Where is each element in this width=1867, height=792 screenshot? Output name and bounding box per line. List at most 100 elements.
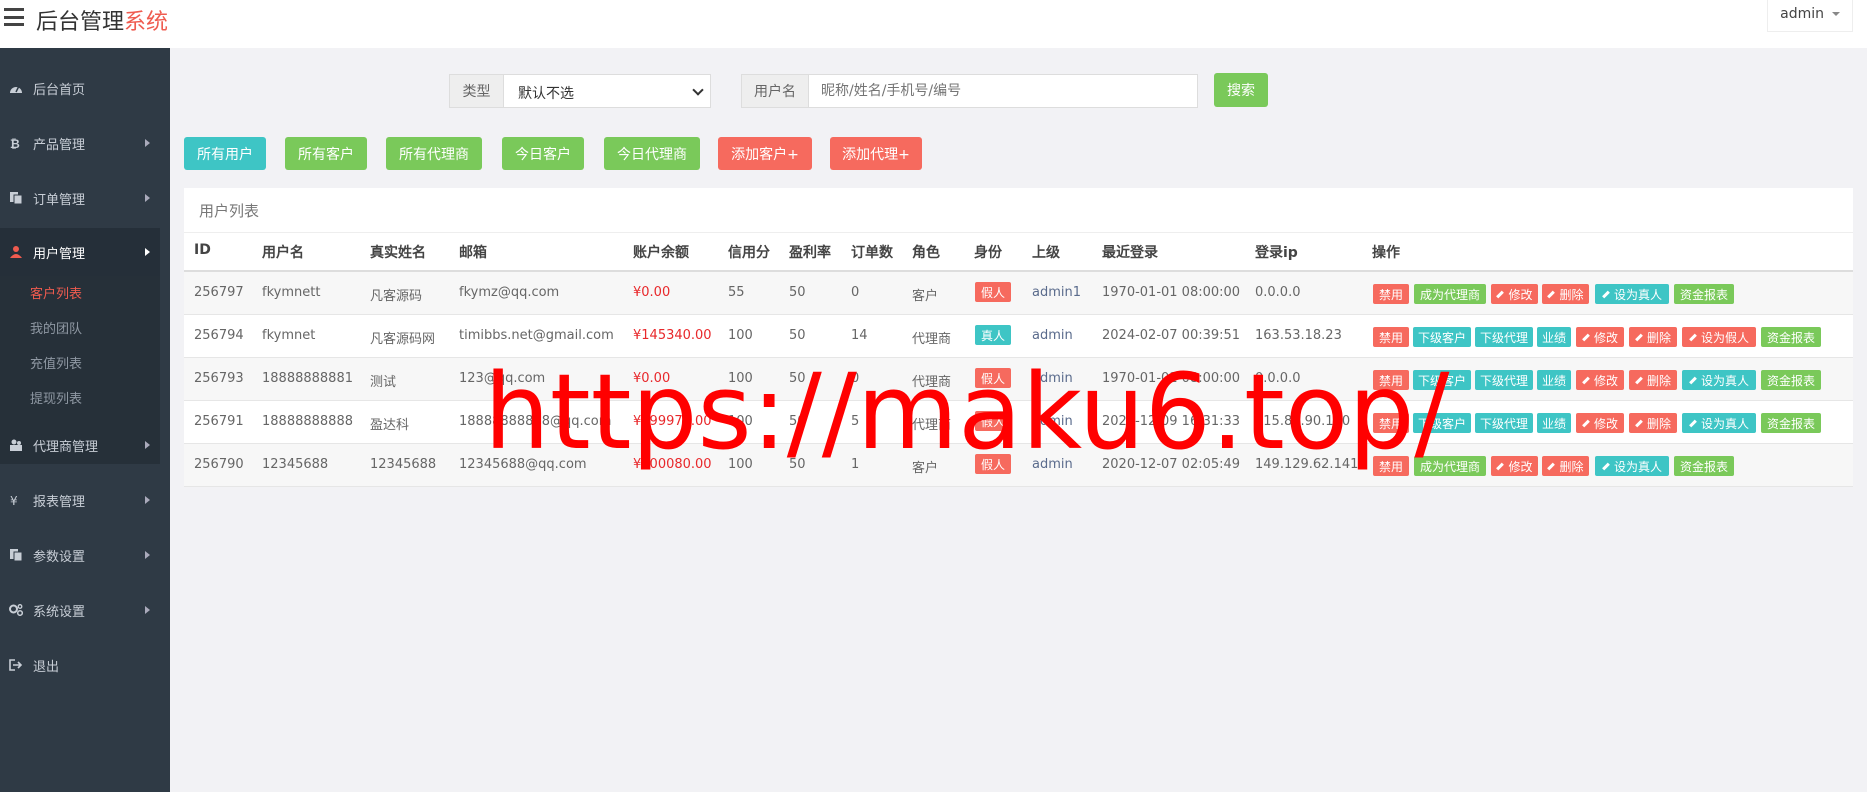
column-header: 操作 [1372, 245, 1400, 261]
cell-ip: 115.84.90.170 [1255, 414, 1351, 429]
fund-report-button[interactable]: 资金报表 [1761, 413, 1821, 433]
set-real-button[interactable]: 设为真人 [1595, 456, 1669, 476]
sidebar-item-products[interactable]: ₿ 产品管理 [0, 123, 170, 163]
search-button[interactable]: 搜索 [1214, 73, 1268, 107]
table-row: 256794 fkymnet 凡客源码网 timibbs.net@gmail.c… [184, 315, 1853, 358]
fund-report-button[interactable]: 资金报表 [1761, 370, 1821, 390]
identity-badge: 假人 [975, 368, 1012, 388]
pencil-icon [1689, 333, 1697, 341]
sidebar-subitem-my-team[interactable]: 我的团队 [30, 318, 82, 337]
dashboard-icon [10, 85, 22, 93]
add-customer-button[interactable]: 添加客户+ [718, 137, 812, 170]
sub-customers-button[interactable]: 下级客户 [1413, 413, 1471, 433]
performance-button[interactable]: 业绩 [1537, 413, 1571, 433]
all-agents-button[interactable]: 所有代理商 [386, 137, 482, 170]
delete-button[interactable]: 删除 [1629, 327, 1677, 347]
cell-role: 客户 [912, 461, 939, 476]
edit-label: 修改 [1593, 416, 1618, 431]
cell-last-login: 2020-12-07 02:05:49 [1102, 457, 1241, 472]
make-agent-button[interactable]: 成为代理商 [1414, 284, 1486, 304]
panel-title: 用户列表 [199, 202, 260, 220]
sidebar-item-params[interactable]: 参数设置 [0, 535, 170, 575]
delete-button[interactable]: 删除 [1629, 413, 1677, 433]
edit-button[interactable]: 修改 [1491, 456, 1538, 476]
performance-button[interactable]: 业绩 [1537, 370, 1571, 390]
pencil-icon [1602, 462, 1610, 470]
disable-button[interactable]: 禁用 [1373, 456, 1409, 476]
cell-username: 18888888881 [262, 371, 353, 386]
username-search-input[interactable] [808, 74, 1198, 108]
cell-parent[interactable]: admin [1032, 371, 1073, 386]
sidebar-item-agents[interactable]: 代理商管理 [0, 425, 170, 465]
disable-button[interactable]: 禁用 [1373, 413, 1409, 433]
set-fake-label: 设为假人 [1700, 330, 1749, 345]
cell-parent[interactable]: admin1 [1032, 285, 1081, 300]
sidebar-item-dashboard[interactable]: 后台首页 [0, 68, 170, 108]
disable-button[interactable]: 禁用 [1373, 370, 1409, 390]
cell-parent[interactable]: admin [1032, 414, 1073, 429]
pencil-icon [1582, 419, 1590, 427]
edit-label: 修改 [1593, 373, 1618, 388]
pencil-icon [1689, 419, 1697, 427]
sub-agents-button[interactable]: 下级代理 [1475, 327, 1533, 347]
fund-report-button[interactable]: 资金报表 [1674, 284, 1734, 304]
cell-last-login: 1970-01-01 08:00:00 [1102, 371, 1241, 386]
performance-button[interactable]: 业绩 [1537, 327, 1571, 347]
table-row: 256793 18888888881 测试 123@qq.com ¥0.00 1… [184, 358, 1853, 401]
today-customers-button[interactable]: 今日客户 [502, 137, 584, 170]
sidebar-subitem-recharge-list[interactable]: 充值列表 [30, 353, 82, 372]
yen-icon: ¥ [10, 494, 18, 506]
delete-button[interactable]: 删除 [1542, 284, 1589, 304]
sidebar-item-reports[interactable]: ¥ 报表管理 [0, 480, 170, 520]
cell-orders: 0 [851, 285, 860, 300]
sub-agents-button[interactable]: 下级代理 [1475, 413, 1533, 433]
sidebar-item-logout[interactable]: 退出 [0, 645, 170, 685]
pencil-icon [1547, 462, 1556, 470]
edit-button[interactable]: 修改 [1491, 284, 1538, 304]
identity-badge: 假人 [975, 454, 1012, 474]
cell-id: 256797 [194, 285, 244, 300]
table-row: 256797 fkymnett 凡客源码 fkymz@qq.com ¥0.00 … [184, 272, 1853, 315]
set-fake-button[interactable]: 设为假人 [1682, 327, 1756, 347]
edit-button[interactable]: 修改 [1576, 413, 1624, 433]
user-icon [10, 246, 22, 258]
make-agent-button[interactable]: 成为代理商 [1414, 456, 1486, 476]
sub-customers-button[interactable]: 下级客户 [1413, 327, 1471, 347]
all-customers-button[interactable]: 所有客户 [285, 137, 367, 170]
fund-report-button[interactable]: 资金报表 [1761, 327, 1821, 347]
edit-button[interactable]: 修改 [1576, 370, 1624, 390]
today-agents-button[interactable]: 今日代理商 [604, 137, 700, 170]
type-select[interactable]: 默认不选 [503, 74, 711, 108]
column-header: 真实姓名 [370, 245, 426, 261]
sidebar-item-orders[interactable]: 订单管理 [0, 178, 170, 218]
set-real-button[interactable]: 设为真人 [1682, 370, 1756, 390]
sub-customers-button[interactable]: 下级客户 [1413, 370, 1471, 390]
sidebar-subitem-withdraw-list[interactable]: 提现列表 [30, 388, 82, 407]
sidebar-item-system[interactable]: 系统设置 [0, 590, 170, 630]
chevron-right-icon [145, 139, 150, 147]
hamburger-menu-icon[interactable] [4, 8, 24, 26]
disable-button[interactable]: 禁用 [1373, 327, 1409, 347]
cell-role: 代理商 [912, 375, 952, 390]
fund-report-button[interactable]: 资金报表 [1674, 456, 1734, 476]
add-agent-button[interactable]: 添加代理+ [830, 137, 922, 170]
sidebar-item-users[interactable]: 用户管理 [0, 228, 160, 276]
pencil-icon [1582, 333, 1590, 341]
cell-realname: 凡客源码 [370, 289, 423, 304]
set-real-button[interactable]: 设为真人 [1682, 413, 1756, 433]
set-real-button[interactable]: 设为真人 [1595, 284, 1669, 304]
edit-button[interactable]: 修改 [1576, 327, 1624, 347]
delete-button[interactable]: 删除 [1542, 456, 1589, 476]
cell-id: 256793 [194, 371, 244, 386]
cell-parent[interactable]: admin [1032, 328, 1073, 343]
user-menu[interactable]: admin [1767, 0, 1853, 32]
delete-button[interactable]: 删除 [1629, 370, 1677, 390]
cell-parent[interactable]: admin [1032, 457, 1073, 472]
sidebar-item-label: 参数设置 [33, 549, 86, 565]
chevron-right-icon [145, 606, 150, 614]
sidebar-subitem-customer-list[interactable]: 客户列表 [30, 283, 82, 302]
sub-agents-button[interactable]: 下级代理 [1475, 370, 1533, 390]
identity-badge: 真人 [975, 325, 1012, 345]
disable-button[interactable]: 禁用 [1373, 284, 1409, 304]
all-users-button[interactable]: 所有用户 [184, 137, 266, 170]
